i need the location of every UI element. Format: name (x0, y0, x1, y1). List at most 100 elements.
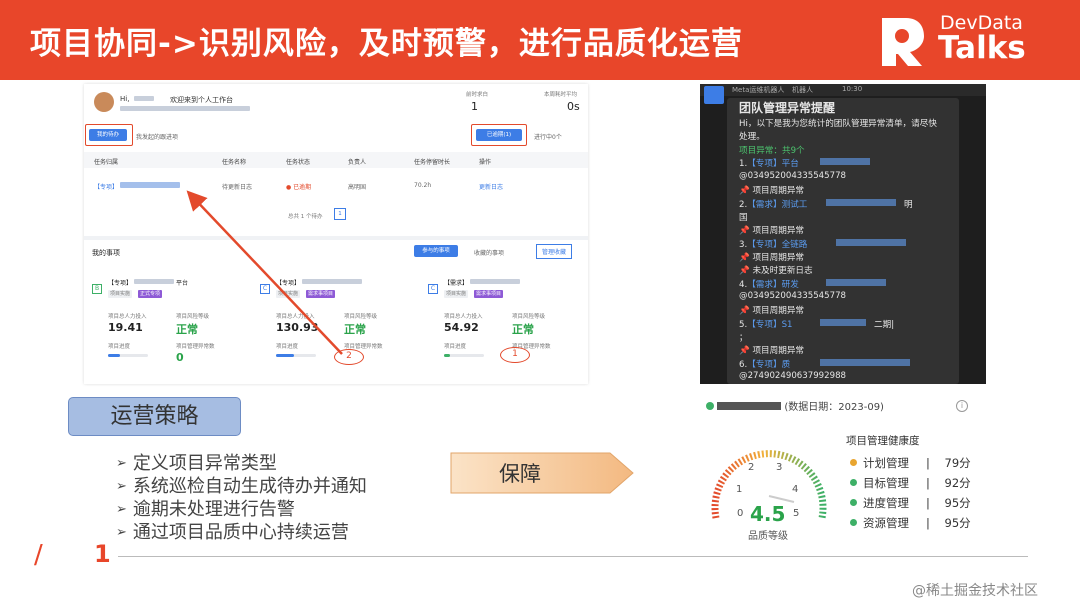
alert-header: 团队管理异常提醒 (739, 101, 836, 115)
metric-name: 进度管理 (863, 496, 909, 510)
chat-mention: @034952004335545778 (739, 291, 847, 301)
pin-text: 项目周期异常 (752, 346, 805, 356)
metric-name: 计划管理 (863, 456, 909, 470)
chat-pin-line: 📌 未及时更新日志 (739, 264, 813, 276)
item-index: 4. (739, 280, 748, 290)
metric-name: 目标管理 (863, 476, 909, 490)
intro-line: 处理。 (739, 132, 765, 142)
item-name[interactable]: 平台 (782, 159, 799, 169)
quality-score: 4.5 (750, 502, 786, 526)
metric-score-value: 92分 (944, 476, 971, 490)
pin-text: 项目周期异常 (752, 226, 805, 236)
gauge-tick: 2 (748, 462, 755, 473)
chat-pin-line: 📌 项目周期异常 (739, 304, 804, 316)
item-tag[interactable]: 【需求】 (747, 280, 781, 290)
chat-item: 6.【专项】质 (739, 358, 790, 370)
chat-mention: @274902490637992988 (739, 371, 847, 381)
chat-item: 1.【专项】平台 (739, 157, 799, 169)
slide-title: 项目协同->识别风险，及时预警，进行品质化运营 (30, 26, 743, 62)
chat-text: 二期| (874, 320, 895, 330)
metric-score: | 95分 (926, 516, 971, 530)
item-name[interactable]: 测试工 (782, 200, 808, 210)
strategy-bullet: ➢ 通过项目品质中心持续运营 (116, 518, 349, 544)
item-name[interactable]: 质 (782, 360, 791, 370)
metric-dot (850, 479, 857, 486)
bullet-text: 通过项目品质中心持续运营 (132, 522, 349, 543)
chat-pin-line: 📌 项目周期异常 (739, 184, 804, 196)
summary-line: 项目异常：共9个 (739, 146, 805, 156)
info-icon[interactable]: i (956, 400, 968, 412)
pin-text: 项目周期异常 (752, 253, 805, 263)
pin-text: 未及时更新日志 (752, 266, 813, 276)
blurred (820, 359, 910, 366)
blurred-project-name (717, 402, 782, 410)
metric-score-value: 95分 (944, 496, 971, 510)
chat-text: ； (739, 333, 748, 343)
item-index: 5. (739, 320, 748, 330)
chat-pin-line: 📌 项目周期异常 (739, 224, 804, 236)
metric-name: 资源管理 (863, 516, 909, 530)
metric-score-value: 79分 (944, 456, 971, 470)
metric-row: 进度管理 (850, 495, 909, 511)
blurred (836, 239, 906, 246)
metric-row: 目标管理 (850, 475, 909, 491)
pin-icon: 📌 (739, 186, 753, 196)
chat-text: 国 (739, 213, 748, 223)
watermark: @稀土掘金技术社区 (912, 583, 1038, 599)
item-tag[interactable]: 【需求】 (747, 200, 781, 210)
item-name[interactable]: 全链路 (782, 240, 808, 250)
chat-text: 明 (904, 200, 913, 210)
quality-score-label: 品质等级 (748, 531, 788, 542)
item-index: 6. (739, 360, 748, 370)
chat-pin-line: 📌 项目周期异常 (739, 344, 804, 356)
gauge-tick: 1 (736, 484, 743, 495)
bullet-text: 定义项目异常类型 (132, 453, 277, 474)
arrow-bullet-icon: ➢ (116, 479, 127, 494)
guarantee-label: 保障 (499, 462, 541, 486)
bot-avatar-icon (704, 86, 724, 104)
devdata-logo-icon (882, 18, 924, 66)
pin-icon: 📌 (739, 253, 753, 263)
annotation-arrow (186, 190, 343, 355)
pin-icon: 📌 (739, 266, 753, 276)
footer-divider (118, 556, 1028, 557)
metric-dot (850, 519, 857, 526)
blurred (826, 279, 886, 286)
metric-score-value: 95分 (944, 516, 971, 530)
chat-item: 4.【需求】研发 (739, 278, 799, 290)
pin-icon: 📌 (739, 306, 753, 316)
pin-icon: 📌 (739, 346, 753, 356)
health-metrics-title: 项目管理健康度 (846, 435, 920, 447)
item-tag[interactable]: 【专项】 (747, 320, 781, 330)
chat-mention: @034952004335545778 (739, 171, 847, 181)
item-index: 3. (739, 240, 748, 250)
bot-name: Meta运维机器人 (732, 86, 785, 94)
blurred (820, 319, 866, 326)
strategy-title-box: 运营策略 (68, 397, 241, 436)
gauge-tick: 4 (792, 484, 799, 495)
logo-text-talks: Talks (938, 30, 1026, 66)
item-tag[interactable]: 【专项】 (747, 240, 781, 250)
bot-tag: 机器人 (792, 86, 813, 94)
pin-icon: 📌 (739, 226, 753, 236)
item-name[interactable]: 研发 (782, 280, 799, 290)
metric-score: | 92分 (926, 476, 971, 490)
chat-pin-line: 📌 项目周期异常 (739, 251, 804, 263)
item-name[interactable]: S1 (782, 320, 793, 330)
item-tag[interactable]: 【专项】 (747, 159, 781, 169)
gauge-tick: 3 (776, 462, 783, 473)
gauge-tick: 5 (793, 508, 800, 519)
arrow-bullet-icon: ➢ (116, 456, 127, 471)
gauge-tick: 0 (737, 508, 744, 519)
page-number: 1 (94, 540, 111, 568)
data-date: (数据日期：2023-09) (784, 402, 884, 413)
footer-slash: / (34, 540, 43, 570)
status-dot (706, 402, 714, 410)
metric-dot (850, 499, 857, 506)
metric-score: | 79分 (926, 456, 971, 470)
chat-item: 5.【专项】S1 (739, 318, 793, 330)
item-tag[interactable]: 【专项】 (747, 360, 781, 370)
personal-workbench-screenshot: Hi, 欢迎来到个人工作台 前时求白 1 本周耗时平均 0s 我的待办 我发起的… (84, 84, 588, 384)
blurred (826, 199, 896, 206)
arrow-bullet-icon: ➢ (116, 525, 127, 540)
